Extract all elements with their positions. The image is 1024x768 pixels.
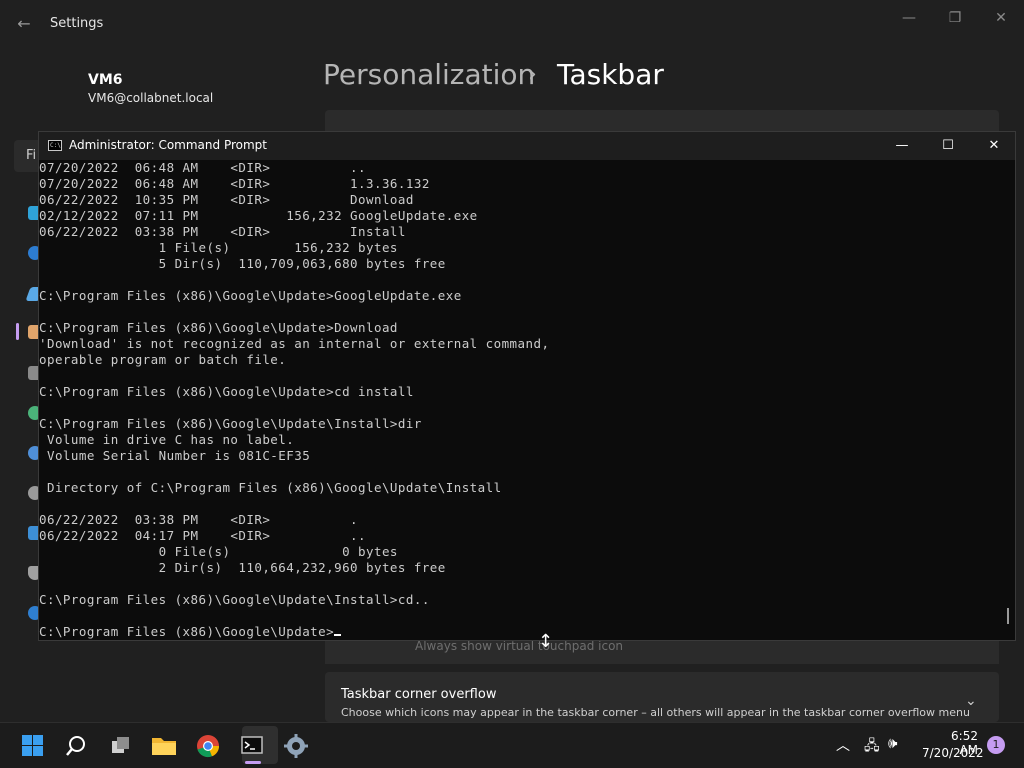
settings-close-button[interactable]: ✕ — [978, 6, 1024, 30]
back-arrow-icon[interactable]: ← — [14, 14, 34, 34]
task-view-icon — [112, 737, 129, 753]
start-button[interactable] — [14, 730, 50, 762]
network-icon[interactable]: 🖧 — [864, 735, 880, 759]
gear-icon — [284, 734, 308, 758]
settings-window-title: Settings — [50, 16, 104, 31]
page-title: Taskbar — [557, 58, 664, 91]
chrome-button[interactable] — [190, 730, 226, 762]
command-prompt-window[interactable]: C:\ Administrator: Command Prompt — ☐ ✕ … — [38, 131, 1016, 641]
taskbar-corner-overflow-description: Choose which icons may appear in the tas… — [341, 706, 970, 719]
cmd-maximize-button[interactable]: ☐ — [925, 132, 971, 160]
cmd-window-title: Administrator: Command Prompt — [69, 138, 267, 152]
chevron-down-icon[interactable]: ⌄ — [965, 693, 977, 709]
cmd-minimize-button[interactable]: — — [879, 132, 925, 160]
nav-selection-indicator — [16, 323, 19, 340]
cmd-close-button[interactable]: ✕ — [971, 132, 1017, 160]
user-email: VM6@collabnet.local — [88, 91, 214, 105]
volume-icon[interactable]: 🕪 — [888, 734, 897, 752]
settings-taskbar-button[interactable] — [278, 730, 314, 762]
notification-badge[interactable]: 1 — [987, 736, 1005, 754]
resize-cursor-icon: ↕ — [538, 631, 554, 652]
cmd-app-icon: C:\ — [48, 140, 62, 151]
settings-restore-button[interactable]: ❐ — [932, 6, 978, 30]
touchpad-setting-label: Always show virtual touchpad icon — [415, 639, 624, 653]
breadcrumb-personalization[interactable]: Personalization — [323, 58, 535, 91]
command-prompt-taskbar-button[interactable] — [234, 730, 270, 762]
clock-date[interactable]: 7/20/2022 — [922, 746, 984, 760]
windows-logo-icon — [22, 735, 43, 756]
show-hidden-icons-chevron-icon[interactable]: ︿ — [836, 735, 850, 755]
taskbar: ︿ 🖧 🕪 6:52 AM 7/20/2022 1 — [0, 722, 1024, 768]
console-output-area[interactable]: 07/20/2022 06:48 AM <DIR> .. 07/20/2022 … — [39, 160, 1003, 640]
folder-icon — [152, 738, 176, 755]
terminal-icon — [241, 736, 263, 754]
console-text: 07/20/2022 06:48 AM <DIR> .. 07/20/2022 … — [39, 160, 550, 639]
settings-minimize-button[interactable]: — — [886, 6, 932, 30]
breadcrumb-separator: › — [528, 62, 537, 87]
console-cursor — [334, 634, 342, 636]
console-prompt: C:\Program Files (x86)\Google\Update> — [39, 624, 335, 639]
user-name: VM6 — [88, 72, 123, 88]
taskbar-corner-overflow-title: Taskbar corner overflow — [341, 687, 497, 702]
chrome-icon — [197, 735, 220, 758]
search-button[interactable] — [58, 730, 94, 762]
search-icon — [66, 736, 85, 756]
task-view-button[interactable] — [102, 730, 138, 762]
console-scrollbar[interactable] — [1007, 608, 1009, 624]
file-explorer-button[interactable] — [146, 730, 182, 762]
cmd-title-bar[interactable]: C:\ Administrator: Command Prompt — ☐ ✕ — [39, 132, 1015, 160]
